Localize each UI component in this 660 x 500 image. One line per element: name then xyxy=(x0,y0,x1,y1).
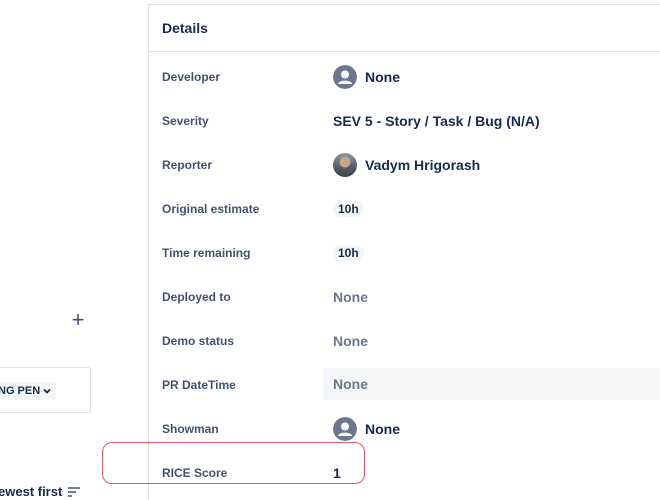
field-reporter: Reporter Vadym Hrigorash xyxy=(162,148,480,182)
user-avatar-icon xyxy=(333,417,357,441)
pr-datetime-value[interactable]: None xyxy=(323,368,660,400)
add-icon[interactable]: + xyxy=(68,309,88,331)
chevron-down-icon xyxy=(43,388,51,394)
field-label: Deployed to xyxy=(162,290,231,304)
status-label: NG PEN xyxy=(0,385,41,397)
estimate-lozenge: 10h xyxy=(333,201,364,217)
reporter-name: Vadym Hrigorash xyxy=(365,157,481,173)
field-label: Severity xyxy=(162,114,209,128)
user-avatar-icon xyxy=(333,65,357,89)
deployed-to-value[interactable]: None xyxy=(333,289,368,305)
field-deployed-to: Deployed to None xyxy=(162,280,368,314)
field-label: Time remaining xyxy=(162,246,251,260)
time-remaining-value[interactable]: 10h xyxy=(333,245,364,261)
field-label: Showman xyxy=(162,422,219,436)
field-label: PR DateTime xyxy=(162,378,236,392)
avatar xyxy=(333,153,357,177)
details-title: Details xyxy=(162,20,208,36)
field-severity: Severity SEV 5 - Story / Task / Bug (N/A… xyxy=(162,104,540,138)
reporter-value[interactable]: Vadym Hrigorash xyxy=(333,153,480,177)
field-label: Developer xyxy=(162,70,221,84)
field-label: Demo status xyxy=(162,334,235,348)
field-demo-status: Demo status None xyxy=(162,324,368,358)
developer-value[interactable]: None xyxy=(333,65,400,89)
details-header[interactable]: Details xyxy=(149,5,660,52)
left-pane: + NG PEN ewest first xyxy=(0,0,142,499)
showman-value[interactable]: None xyxy=(333,417,400,441)
severity-value[interactable]: SEV 5 - Story / Task / Bug (N/A) xyxy=(333,113,540,129)
developer-name: None xyxy=(365,69,400,85)
sort-label: ewest first xyxy=(0,484,63,499)
field-label: Reporter xyxy=(162,158,213,172)
field-label: Original estimate xyxy=(162,202,260,216)
showman-name: None xyxy=(365,421,400,437)
field-time-remaining: Time remaining 10h xyxy=(162,236,364,270)
time-remaining-lozenge: 10h xyxy=(333,245,364,261)
sort-icon xyxy=(68,486,81,497)
field-original-estimate: Original estimate 10h xyxy=(162,192,364,226)
sort-toggle[interactable]: ewest first xyxy=(0,484,81,499)
status-dropdown[interactable]: NG PEN xyxy=(0,382,57,400)
demo-status-value[interactable]: None xyxy=(333,333,368,349)
details-panel: Details Developer None Severity SEV 5 - … xyxy=(148,4,660,500)
field-developer: Developer None xyxy=(162,60,400,94)
original-estimate-value[interactable]: 10h xyxy=(333,201,364,217)
field-showman: Showman None xyxy=(162,412,400,446)
field-pr-datetime: PR DateTime xyxy=(162,368,333,402)
highlight-outline xyxy=(102,442,365,484)
